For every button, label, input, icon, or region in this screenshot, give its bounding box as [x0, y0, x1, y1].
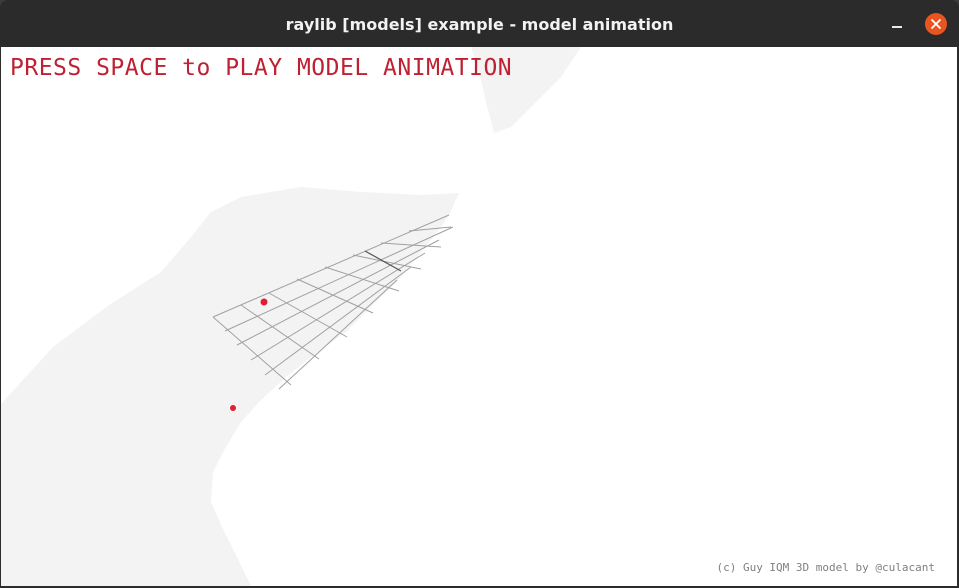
3d-scene: [1, 47, 581, 586]
render-viewport[interactable]: PRESS SPACE to PLAY MODEL ANIMATION (c) …: [1, 47, 957, 586]
model-point: [230, 405, 236, 411]
close-icon: [931, 19, 941, 29]
window-title: raylib [models] example - model animatio…: [285, 15, 674, 34]
instruction-text: PRESS SPACE to PLAY MODEL ANIMATION: [10, 55, 513, 81]
minimize-icon: [892, 26, 902, 28]
close-button[interactable]: [925, 13, 947, 35]
credits-text: (c) Guy IQM 3D model by @culacant: [716, 561, 935, 574]
minimize-button[interactable]: [884, 12, 910, 38]
title-bar[interactable]: raylib [models] example - model animatio…: [0, 0, 959, 47]
model-silhouette: [1, 187, 459, 586]
model-point: [260, 298, 268, 306]
app-window: raylib [models] example - model animatio…: [0, 0, 959, 588]
